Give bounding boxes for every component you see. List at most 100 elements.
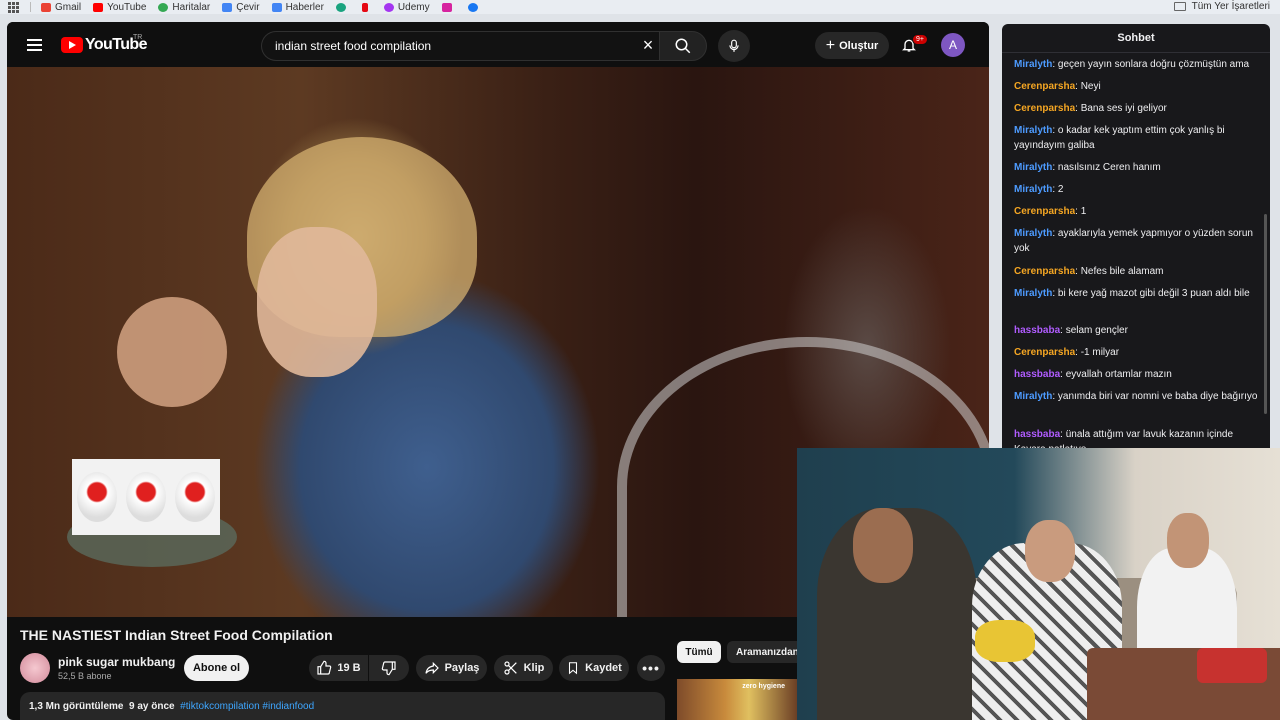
webcam-pillow (975, 620, 1035, 662)
udemy-icon (383, 2, 394, 12)
chat-message-text: : 1 (1075, 206, 1087, 217)
all-bookmarks[interactable]: Tüm Yer İşaretleri (1173, 1, 1270, 12)
save-label: Kaydet (585, 662, 622, 674)
voice-search-button[interactable] (718, 30, 750, 62)
hashtags[interactable]: #tiktokcompilation #indianfood (180, 701, 314, 712)
like-button[interactable]: 19 B (309, 655, 368, 681)
all-bookmarks-label: Tüm Yer İşaretleri (1191, 1, 1270, 12)
bookmark-maps[interactable]: Haritalar (158, 2, 210, 13)
view-count: 1,3 Mn görüntüleme (29, 701, 124, 712)
chat-message-text: : Nefes bile alamam (1075, 266, 1164, 277)
chat-message: Miralyth: o kadar kek yaptım ettim çok y… (1014, 123, 1259, 153)
bookmark-label: Gmail (55, 1, 82, 13)
search-input[interactable]: indian street food compilation (261, 31, 659, 61)
chat-message: hassbaba: eyvallah ortamlar mazın (1014, 367, 1259, 382)
subscribe-button[interactable]: Abone ol (184, 655, 249, 681)
webcam-food-box (1197, 648, 1267, 683)
chat-username[interactable]: hassbaba (1014, 429, 1060, 440)
facebook-icon (467, 2, 478, 12)
masthead: YouTube TR indian street food compilatio… (7, 22, 989, 68)
chat-message-text: : 2 (1052, 184, 1064, 195)
search-icon (675, 38, 691, 54)
chip-all[interactable]: Tümü (677, 641, 721, 663)
bookmark-label: YouTube (107, 1, 147, 13)
chat-username[interactable]: Cerenparsha (1014, 81, 1075, 92)
channel-avatar[interactable] (20, 653, 50, 683)
apps-grid-icon[interactable] (8, 2, 20, 13)
more-actions-button[interactable]: ••• (637, 655, 665, 681)
chat-username[interactable]: Miralyth (1014, 228, 1052, 239)
bookmark-translate[interactable]: Çevir (222, 1, 260, 13)
youtube-icon (93, 2, 104, 12)
chip-from-search[interactable]: Aramanızdan (727, 641, 807, 663)
chat-message: Cerenparsha: Neyi (1014, 79, 1259, 94)
chat-username[interactable]: Miralyth (1014, 162, 1052, 173)
clear-search-icon[interactable]: × (639, 36, 657, 54)
chat-message: Cerenparsha: 1 (1014, 204, 1259, 219)
chat-username[interactable]: Miralyth (1014, 184, 1052, 195)
chat-message-text: : bi kere yağ mazot gibi değil 3 puan al… (1052, 288, 1250, 299)
dislike-button[interactable] (369, 655, 409, 681)
chat-username[interactable]: hassbaba (1014, 369, 1060, 380)
chat-message: hassbaba: selam gençler (1014, 323, 1259, 338)
more-dots-icon: ••• (642, 660, 660, 676)
chat-username[interactable]: Miralyth (1014, 59, 1052, 70)
description-box[interactable]: 1,3 Mn görüntüleme 9 ay önce #tiktokcomp… (20, 692, 665, 720)
like-count: 19 B (337, 662, 361, 674)
create-button[interactable]: + Oluştur (815, 32, 889, 59)
chat-message: Miralyth: nasılsınız Ceren hanım (1014, 160, 1259, 175)
menu-icon[interactable] (27, 39, 42, 51)
search-button[interactable] (659, 31, 707, 61)
chat-username[interactable]: hassbaba (1014, 325, 1060, 336)
bookmark-youtube[interactable]: YouTube (93, 2, 146, 13)
chat-message-text: : yanımda biri var nomni ve baba diye ba… (1052, 391, 1258, 402)
bookmark-udemy[interactable]: Udemy (383, 2, 430, 13)
webcam-person-right-head (1167, 513, 1209, 568)
chat-message-text: : nasılsınız Ceren hanım (1052, 162, 1161, 173)
maps-pin-icon (158, 2, 169, 12)
bookmark-label: Çevir (236, 1, 260, 13)
share-button[interactable]: Paylaş (416, 655, 487, 681)
thumbs-down-icon (381, 661, 396, 676)
chat-username[interactable]: Miralyth (1014, 288, 1052, 299)
chat-username[interactable]: Miralyth (1014, 125, 1052, 136)
channel-name[interactable]: pink sugar mukbang (58, 655, 175, 669)
bookmark-news[interactable]: Haberler (271, 1, 324, 13)
chat-username[interactable]: Miralyth (1014, 391, 1052, 402)
chat-message: hassbaba: ünala attığım var lavuk kazanı… (1014, 427, 1259, 448)
bookmark-label: Haberler (285, 1, 324, 13)
netflix-icon (361, 2, 368, 12)
bookmarks-bar: Gmail YouTube Haritalar Çevir Haberler U… (0, 0, 1280, 14)
folder-icon (1173, 2, 1186, 11)
bookmark-facebook[interactable] (467, 2, 482, 12)
scissors-icon (504, 661, 517, 675)
clip-button[interactable]: Klip (494, 655, 553, 681)
bookmark-netflix[interactable] (361, 2, 372, 12)
chat-message: Cerenparsha: -1 milyar (1014, 345, 1259, 360)
youtube-play-icon (61, 37, 83, 53)
plus-icon: + (825, 36, 836, 54)
chat-username[interactable]: Cerenparsha (1014, 347, 1075, 358)
chat-username[interactable]: Cerenparsha (1014, 103, 1075, 114)
chat-scrollbar[interactable] (1264, 214, 1267, 414)
recommended-thumbnail[interactable]: zero hygiene (677, 679, 797, 720)
translate-icon (222, 2, 233, 12)
chat-message-text: : geçen yayın sonlara doğru çözmüştün am… (1052, 59, 1250, 70)
bookmark-gmail[interactable]: Gmail (41, 2, 81, 13)
bookmark-instagram[interactable] (441, 2, 456, 12)
webcam-person-left-head (853, 508, 913, 583)
upload-age: 9 ay önce (129, 701, 175, 712)
bookmarks-divider (30, 2, 31, 12)
bookmark-chatgpt[interactable] (335, 2, 350, 12)
bookmark-label: Haritalar (172, 1, 211, 13)
chat-message-text: : -1 milyar (1075, 347, 1120, 358)
instagram-icon (441, 2, 452, 12)
news-icon (271, 2, 282, 12)
chat-username[interactable]: Cerenparsha (1014, 266, 1075, 277)
youtube-logo[interactable]: YouTube TR (61, 34, 147, 54)
chat-username[interactable]: Cerenparsha (1014, 206, 1075, 217)
share-arrow-icon (424, 661, 439, 675)
save-button[interactable]: Kaydet (559, 655, 629, 681)
account-avatar[interactable]: A (941, 33, 965, 57)
chat-message: Cerenparsha: Bana ses iyi geliyor (1014, 101, 1259, 116)
